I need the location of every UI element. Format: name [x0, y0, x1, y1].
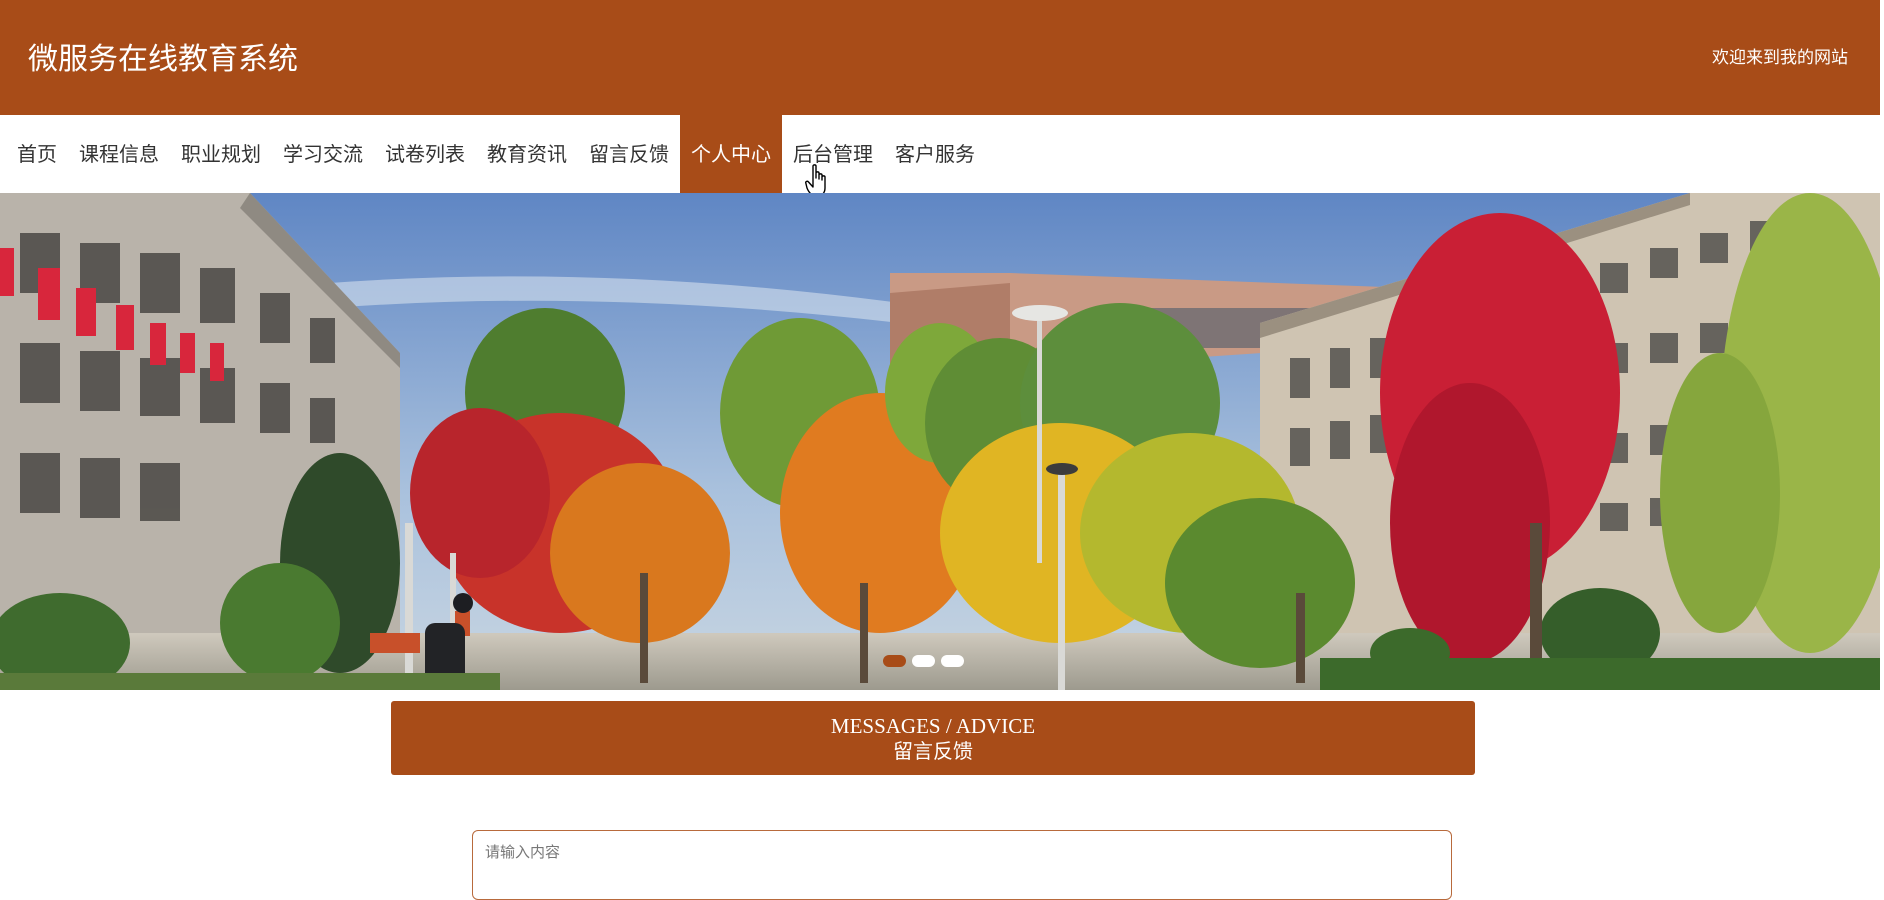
message-input[interactable] — [472, 830, 1452, 900]
carousel-dot-3[interactable] — [941, 655, 964, 667]
nav-item-exam-list[interactable]: 试卷列表 — [374, 115, 476, 193]
campus-banner-image — [0, 193, 1880, 690]
welcome-text: 欢迎来到我的网站 — [1712, 48, 1848, 68]
site-header: 微服务在线教育系统 欢迎来到我的网站 — [0, 0, 1880, 115]
nav-item-feedback[interactable]: 留言反馈 — [578, 115, 680, 193]
nav-item-customer-service[interactable]: 客户服务 — [884, 115, 986, 193]
nav-item-home[interactable]: 首页 — [0, 115, 68, 193]
carousel-dot-1[interactable] — [883, 655, 906, 667]
nav-item-courses[interactable]: 课程信息 — [68, 115, 170, 193]
nav-item-education-news[interactable]: 教育资讯 — [476, 115, 578, 193]
nav-item-study-exchange[interactable]: 学习交流 — [272, 115, 374, 193]
carousel-dot-2[interactable] — [912, 655, 935, 667]
nav-item-admin[interactable]: 后台管理 — [782, 115, 884, 193]
section-title-en: MESSAGES / ADVICE — [830, 714, 1036, 738]
section-title-zh: 留言反馈 — [893, 739, 973, 763]
nav-item-career-planning[interactable]: 职业规划 — [170, 115, 272, 193]
main-nav: 首页 课程信息 职业规划 学习交流 试卷列表 教育资讯 留言反馈 个人中心 后台… — [0, 115, 1880, 193]
nav-item-personal-center[interactable]: 个人中心 — [680, 115, 782, 193]
section-header: MESSAGES / ADVICE 留言反馈 — [391, 701, 1475, 775]
carousel-indicators — [883, 655, 964, 667]
campus-banner[interactable] — [0, 193, 1880, 690]
site-title: 微服务在线教育系统 — [28, 42, 298, 77]
